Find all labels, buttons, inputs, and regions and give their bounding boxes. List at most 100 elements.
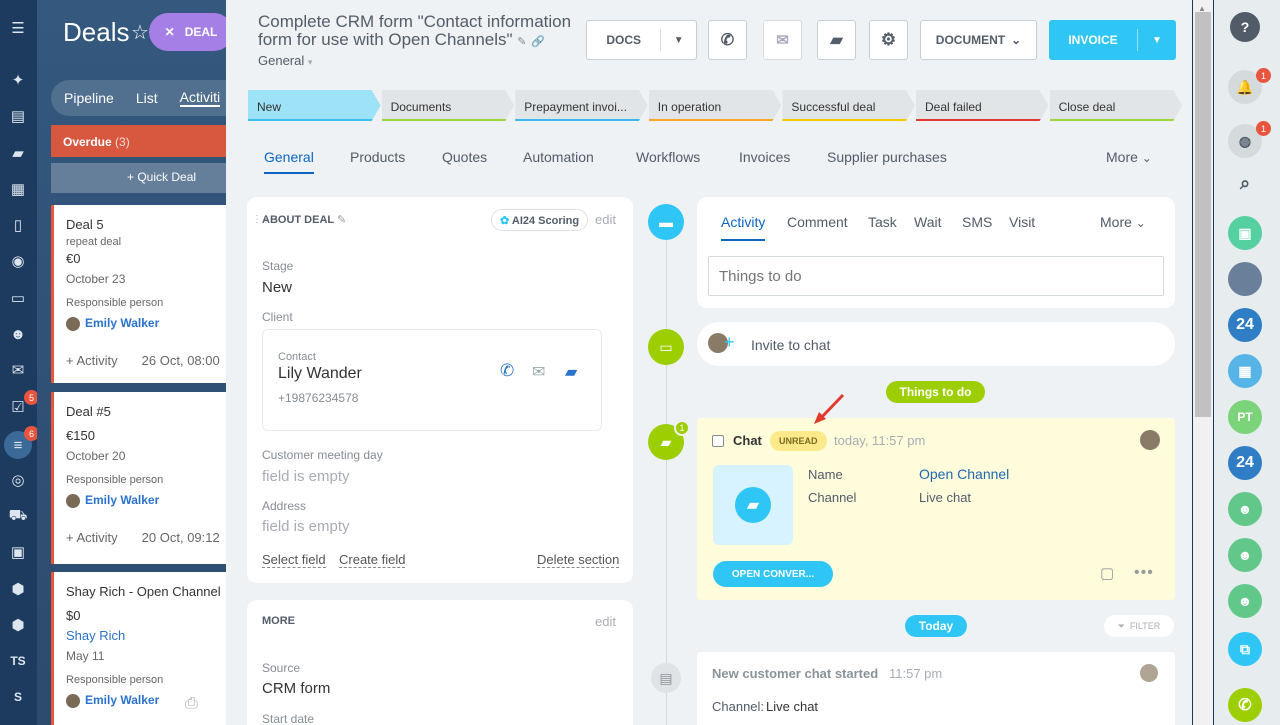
star-icon[interactable]: ☆: [131, 20, 149, 45]
tab-task[interactable]: Task: [868, 214, 897, 230]
more-dots-icon[interactable]: •••: [1134, 564, 1154, 582]
meeting-day-value[interactable]: field is empty: [262, 468, 350, 485]
calendar-nav-icon[interactable]: ▦: [6, 177, 30, 201]
tab-list[interactable]: List: [136, 90, 158, 106]
tab-more[interactable]: More ⌄: [1106, 149, 1152, 165]
tab-wait[interactable]: Wait: [914, 214, 941, 230]
phone-call-icon[interactable]: ✆: [1228, 688, 1262, 722]
deal-card-title[interactable]: Deal 5: [66, 215, 227, 235]
activity-stream-icon[interactable]: ✦: [6, 68, 30, 92]
docs-button[interactable]: DOCS ▼: [586, 20, 697, 60]
chat-icon[interactable]: ▰: [565, 362, 577, 382]
mail-nav-icon[interactable]: ✉: [6, 358, 30, 382]
things-to-do-input[interactable]: [708, 256, 1164, 296]
documents-nav-icon[interactable]: ▯: [6, 213, 30, 237]
robot-icon[interactable]: ◉: [6, 249, 30, 273]
chat-nav-icon[interactable]: ▰: [6, 141, 30, 165]
contact-name[interactable]: Lily Wander: [278, 365, 362, 383]
help-icon[interactable]: ?: [1230, 12, 1260, 42]
edit-link[interactable]: edit: [595, 614, 616, 629]
contact-center-icon[interactable]: ▣: [1228, 216, 1262, 250]
cube-icon[interactable]: ⬢: [6, 577, 30, 601]
bitrix24-icon-2[interactable]: 24: [1228, 446, 1262, 480]
deal-card[interactable]: Deal 5 repeat deal €0 October 23 Respons…: [51, 205, 227, 383]
users-nav-icon[interactable]: ☻: [6, 322, 30, 346]
deal-card-title[interactable]: Deal #5: [66, 402, 227, 422]
chevron-down-icon[interactable]: ▼: [661, 35, 696, 46]
pencil-icon[interactable]: ✎: [517, 36, 526, 48]
select-field-link[interactable]: Select field: [262, 552, 326, 568]
deal-card[interactable]: Deal #5 €150 October 20 Responsible pers…: [51, 392, 227, 564]
drive-icon[interactable]: ▭: [6, 286, 30, 310]
responsible-person[interactable]: Emily Walker: [66, 313, 227, 333]
tab-products[interactable]: Products: [350, 149, 405, 165]
tab-visit[interactable]: Visit: [1009, 214, 1035, 230]
tab-general[interactable]: General: [264, 149, 314, 174]
stage-value[interactable]: New: [262, 279, 292, 296]
print-icon[interactable]: ⎙: [185, 695, 198, 713]
tab-automation[interactable]: Automation: [523, 149, 594, 165]
pencil-icon[interactable]: ✎: [337, 214, 346, 226]
tab-sms[interactable]: SMS: [962, 214, 992, 230]
tab-invoices[interactable]: Invoices: [739, 149, 790, 165]
document-button[interactable]: DOCUMENT ⌄: [920, 20, 1037, 60]
tab-pipeline[interactable]: Pipeline: [64, 90, 114, 106]
responsible-person[interactable]: Emily Walker: [66, 490, 227, 510]
cart-icon[interactable]: ⛟: [6, 504, 30, 528]
ts-item[interactable]: TS: [6, 649, 30, 673]
copy-icon[interactable]: ⧉: [1228, 632, 1262, 666]
stage-0[interactable]: New: [248, 90, 381, 121]
call-button[interactable]: ✆: [708, 20, 747, 60]
email-button[interactable]: ✉: [763, 20, 802, 60]
ai-scoring-badge[interactable]: ✿ AI24 Scoring: [491, 209, 589, 231]
phone-icon[interactable]: ✆: [500, 361, 514, 381]
address-value[interactable]: field is empty: [262, 518, 350, 535]
stage-3[interactable]: In operation: [649, 90, 782, 121]
invite-to-chat-row[interactable]: + Invite to chat: [697, 322, 1175, 366]
quick-deal-button[interactable]: + Quick Deal: [51, 163, 227, 193]
source-value[interactable]: CRM form: [262, 680, 330, 697]
create-field-link[interactable]: Create field: [339, 552, 406, 568]
chevron-down-icon[interactable]: ▼: [1138, 35, 1176, 46]
deal-card[interactable]: Shay Rich - Open Channel $0 Shay Rich Ma…: [51, 572, 227, 725]
stage-6[interactable]: Close deal: [1050, 90, 1183, 121]
settings-button[interactable]: ⚙: [869, 20, 908, 60]
bitrix24-icon[interactable]: 24: [1228, 308, 1262, 342]
open-conversation-button[interactable]: OPEN CONVER...: [713, 561, 833, 587]
search-icon[interactable]: ⌕: [1228, 166, 1262, 200]
s-item[interactable]: S: [6, 685, 30, 709]
stage-1[interactable]: Documents: [382, 90, 515, 121]
tab-activity[interactable]: Activity: [721, 214, 766, 241]
group-chat-icon-3[interactable]: ☻: [1228, 584, 1262, 618]
target-icon[interactable]: ◎: [6, 468, 30, 492]
tab-workflows[interactable]: Workflows: [636, 149, 700, 165]
tab-quotes[interactable]: Quotes: [442, 149, 487, 165]
invoice-button[interactable]: INVOICE ▼: [1049, 20, 1176, 60]
tab-supplier-purchases[interactable]: Supplier purchases: [827, 149, 947, 165]
filter-button[interactable]: ⏷ FILTER: [1104, 615, 1174, 637]
contact-phone[interactable]: +19876234578: [278, 391, 358, 405]
tab-activities[interactable]: Activiti: [179, 89, 221, 107]
edit-link[interactable]: edit: [595, 212, 616, 227]
group-chat-icon-2[interactable]: ☻: [1228, 538, 1262, 572]
group-avatar[interactable]: [1228, 262, 1262, 296]
tab-more[interactable]: More ⌄: [1100, 214, 1146, 230]
stage-4[interactable]: Successful deal: [782, 90, 915, 121]
calendar-icon[interactable]: ▦: [1228, 354, 1262, 388]
deal-card-contact[interactable]: Shay Rich: [66, 626, 227, 646]
stage-2[interactable]: Prepayment invoi...: [515, 90, 648, 121]
link-icon[interactable]: 🔗: [531, 36, 545, 48]
contact-card-icon[interactable]: ▣: [6, 540, 30, 564]
add-activity-link[interactable]: + Activity: [66, 530, 118, 545]
complete-checkbox[interactable]: [712, 435, 724, 447]
category-select[interactable]: General ▾: [258, 53, 312, 68]
mail-icon[interactable]: ✉: [532, 362, 545, 382]
note-icon[interactable]: ▢: [1100, 564, 1114, 582]
chat-button[interactable]: ▰: [817, 20, 856, 60]
stage-5[interactable]: Deal failed: [916, 90, 1049, 121]
responsible-person[interactable]: Emily Walker: [66, 690, 227, 710]
add-activity-link[interactable]: + Activity: [66, 353, 118, 368]
delete-section-link[interactable]: Delete section: [537, 552, 620, 568]
deal-create-button[interactable]: ✕ DEAL: [149, 13, 227, 51]
cube-icon-2[interactable]: ⬢: [6, 613, 30, 637]
